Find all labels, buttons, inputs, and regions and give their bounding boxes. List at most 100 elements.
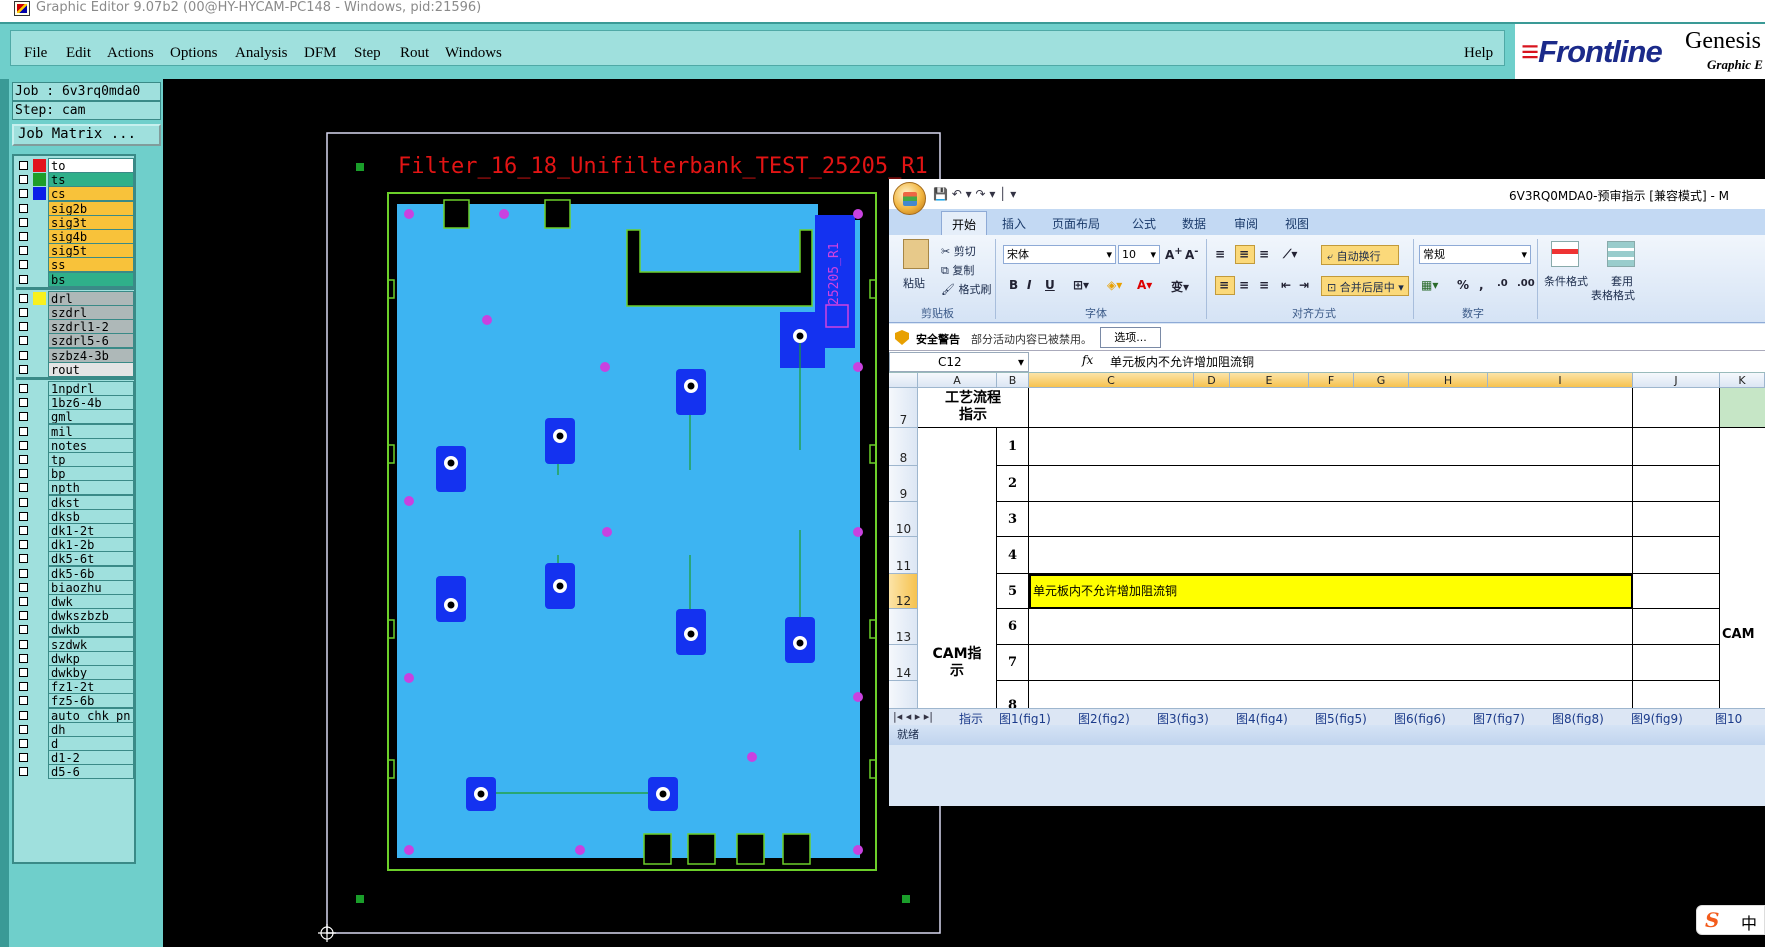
layer-name[interactable]: dk5-6t	[48, 551, 134, 567]
layer-name[interactable]: ss	[48, 257, 134, 273]
layer-row[interactable]: 1npdrl	[16, 381, 134, 396]
phonetic-button[interactable]: 变▾	[1171, 278, 1189, 296]
cam-label-k[interactable]: CAM	[1720, 613, 1765, 649]
item-number[interactable]: 8	[997, 681, 1029, 708]
menu-actions[interactable]: Actions	[107, 45, 154, 62]
layer-name[interactable]: rout	[48, 361, 134, 377]
menu-dfm[interactable]: DFM	[304, 45, 337, 62]
layer-name[interactable]: bp	[48, 466, 134, 482]
layer-name[interactable]: to	[48, 158, 134, 173]
layer-row[interactable]: dwkb	[16, 622, 134, 638]
layer-row[interactable]: ss	[16, 257, 134, 273]
cam-instruction-cell[interactable]: CAM指 示	[918, 428, 997, 708]
layer-name[interactable]: dh	[48, 721, 134, 737]
increase-decimal-button[interactable]: .0	[1497, 278, 1508, 296]
layer-name[interactable]: biaozhu	[48, 579, 134, 595]
layer-name[interactable]: szdwk	[48, 636, 134, 652]
menu-rout[interactable]: Rout	[400, 45, 429, 62]
layer-row[interactable]: drl	[16, 290, 134, 306]
layer-checkbox[interactable]	[19, 653, 28, 663]
layer-color-swatch[interactable]	[33, 173, 46, 187]
layer-name[interactable]: auto_chk_pn	[48, 707, 134, 723]
layer-checkbox[interactable]	[19, 217, 28, 227]
layer-row[interactable]: ts	[16, 172, 134, 188]
layer-name[interactable]: dk1-2b	[48, 537, 134, 553]
layer-checkbox[interactable]	[19, 189, 28, 199]
layer-checkbox[interactable]	[19, 384, 28, 393]
bold-button[interactable]: B	[1009, 278, 1018, 296]
layer-checkbox[interactable]	[19, 350, 28, 360]
col-header-d[interactable]: D	[1194, 373, 1230, 388]
percent-button[interactable]: %	[1457, 278, 1469, 296]
tab-insert[interactable]: 插入	[1002, 215, 1026, 232]
layer-name[interactable]: bs	[48, 271, 134, 287]
office-button[interactable]	[893, 182, 926, 215]
layer-checkbox[interactable]	[19, 336, 28, 346]
layer-name[interactable]: drl	[48, 290, 134, 306]
cell-j9[interactable]	[1633, 466, 1720, 502]
layer-color-swatch[interactable]	[33, 159, 46, 172]
layer-name[interactable]: dk5-6b	[48, 565, 134, 581]
layer-checkbox[interactable]	[19, 540, 28, 550]
layer-row[interactable]: sig4b	[16, 229, 134, 244]
layer-checkbox[interactable]	[19, 767, 28, 777]
row-header-9[interactable]: 9	[889, 466, 918, 502]
layer-checkbox[interactable]	[19, 611, 28, 621]
layer-row[interactable]: dwkszbzb	[16, 608, 134, 624]
menu-windows[interactable]: Windows	[445, 45, 502, 62]
layer-checkbox[interactable]	[19, 246, 28, 256]
layer-name[interactable]: szdrl	[48, 305, 134, 320]
layer-row[interactable]: cs	[16, 186, 134, 202]
layer-checkbox[interactable]	[19, 682, 28, 692]
layer-checkbox[interactable]	[19, 753, 28, 763]
font-color-button[interactable]: A▾	[1137, 278, 1152, 296]
col-header-f[interactable]: F	[1309, 373, 1354, 388]
fx-icon[interactable]: fx	[1082, 353, 1093, 367]
layer-row[interactable]: dkst	[16, 494, 134, 510]
security-options-button[interactable]: 选项...	[1100, 327, 1161, 348]
layer-color-swatch[interactable]	[33, 291, 46, 305]
layer-checkbox[interactable]	[19, 161, 28, 170]
tab-review[interactable]: 审阅	[1234, 215, 1258, 232]
ime-indicator[interactable]: S 中	[1696, 905, 1765, 935]
layer-checkbox[interactable]	[19, 526, 28, 535]
layer-name[interactable]: fz1-2t	[48, 679, 134, 695]
cell-j8[interactable]	[1633, 428, 1720, 466]
layer-row[interactable]: to	[16, 158, 134, 173]
layer-name[interactable]: npth	[48, 480, 134, 496]
layer-name[interactable]: dwkp	[48, 650, 134, 666]
layer-checkbox[interactable]	[19, 597, 28, 606]
layer-checkbox[interactable]	[19, 739, 28, 748]
select-all-corner[interactable]	[889, 373, 918, 388]
layer-row[interactable]: szdrl5-6	[16, 333, 134, 349]
tab-page-layout[interactable]: 页面布局	[1052, 215, 1100, 232]
tab-formulas[interactable]: 公式	[1132, 215, 1156, 232]
layer-checkbox[interactable]	[19, 364, 28, 374]
cell-c9[interactable]	[1029, 466, 1633, 502]
layer-checkbox[interactable]	[19, 625, 28, 635]
shrink-font-button[interactable]: A-	[1185, 246, 1198, 264]
layer-row[interactable]: rout	[16, 361, 134, 377]
col-header-i[interactable]: I	[1488, 373, 1633, 388]
row-header-15[interactable]	[889, 681, 918, 708]
menu-edit[interactable]: Edit	[66, 45, 91, 62]
layer-row[interactable]: szdrl	[16, 305, 134, 320]
header-cell-process[interactable]: 工艺流程 指示	[918, 388, 1029, 428]
fill-color-button[interactable]: ◈▾	[1107, 278, 1122, 296]
table-format-label-2[interactable]: 表格格式	[1591, 287, 1635, 303]
layer-row[interactable]: dwkp	[16, 650, 134, 666]
layer-row[interactable]: dk1-2b	[16, 537, 134, 553]
cell-k7[interactable]	[1720, 388, 1765, 428]
cell-j14[interactable]	[1633, 645, 1720, 681]
cell-c12-selected[interactable]: 单元板内不允许增加阻流铜	[1029, 574, 1633, 609]
layer-name[interactable]: sig2b	[48, 200, 134, 216]
item-number[interactable]: 7	[997, 645, 1029, 681]
formula-input[interactable]: 单元板内不允许增加阻流铜	[1110, 353, 1254, 370]
cell-c7[interactable]	[1029, 388, 1633, 428]
layer-name[interactable]: szbz4-3b	[48, 347, 134, 363]
align-right-button[interactable]: ≡	[1259, 278, 1269, 296]
layer-name[interactable]: sig3t	[48, 214, 134, 230]
layer-checkbox[interactable]	[19, 668, 28, 677]
menu-analysis[interactable]: Analysis	[235, 45, 288, 62]
decrease-indent-button[interactable]: ⇤	[1281, 278, 1291, 296]
